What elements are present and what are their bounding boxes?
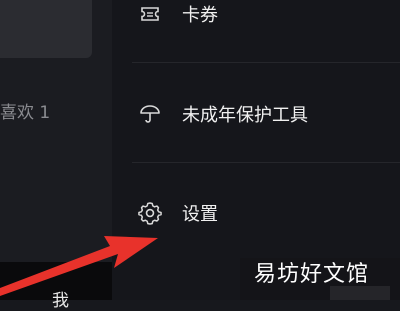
tab-me[interactable]: 我 xyxy=(52,286,69,311)
menu-item-label: 未成年保护工具 xyxy=(182,105,308,126)
menu-item-minor-protection[interactable]: 未成年保护工具 xyxy=(112,94,400,134)
menu-item-settings[interactable]: 设置 xyxy=(112,193,400,233)
gear-icon xyxy=(136,199,164,227)
divider xyxy=(132,62,400,63)
menu-item-label: 卡券 xyxy=(182,5,218,26)
divider xyxy=(132,162,400,163)
left-profile-panel: 喜欢 1 我 xyxy=(0,0,112,311)
profile-card[interactable] xyxy=(0,0,92,58)
coupon-icon xyxy=(136,0,164,28)
umbrella-icon xyxy=(136,100,164,128)
menu-item-coupons[interactable]: 卡券 xyxy=(112,0,400,34)
likes-count[interactable]: 喜欢 1 xyxy=(0,98,50,123)
side-menu: 卡券 未成年保护工具 设置 xyxy=(112,0,400,300)
menu-item-label: 设置 xyxy=(182,204,218,225)
watermark-text: 易坊好文馆 xyxy=(254,262,370,287)
